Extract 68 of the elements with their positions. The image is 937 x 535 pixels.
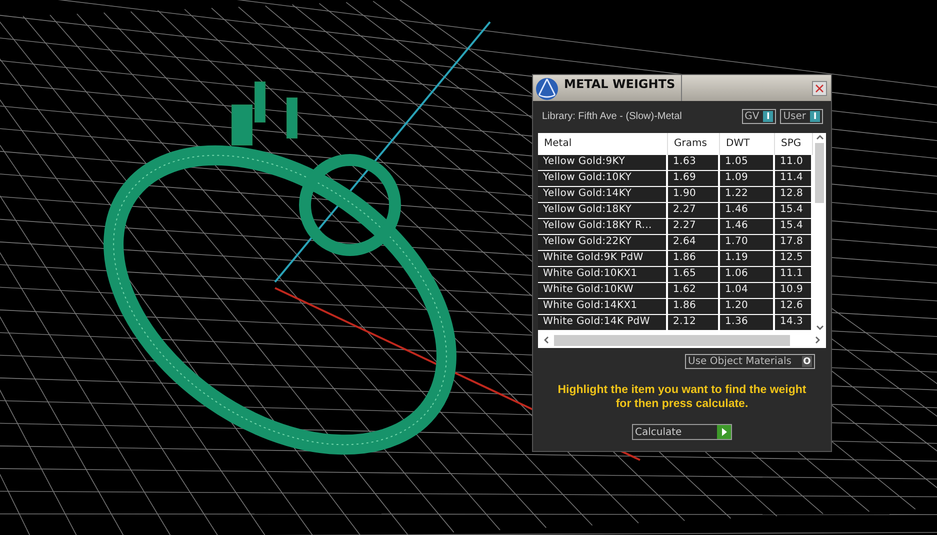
table-cell: White Gold:10KW [538,283,668,299]
table-cell: 1.22 [720,187,775,203]
table-cell: 1.36 [720,315,775,331]
table-cell: White Gold:9K PdW [538,251,668,267]
vertical-scrollbar[interactable] [813,133,826,332]
scroll-left-icon[interactable] [542,336,550,344]
toggle-label: Use Object Materials [688,356,792,367]
calculate-button[interactable]: Calculate [632,424,732,440]
table-cell: 1.65 [668,267,720,283]
toggle-knob: O [802,356,812,367]
table-cell: Yellow Gold:10KY [538,171,668,187]
table-cell: 14.3 [775,315,813,331]
table-cell: 2.27 [668,203,720,219]
table-cell: 17.8 [775,235,813,251]
instruction-text: Highlight the item you want to find the weight for then press calculate. [556,383,808,411]
scrollbar-thumb[interactable] [554,334,790,346]
toggle-switch[interactable]: GV I [742,109,776,124]
close-button[interactable] [812,80,827,96]
table-cell: 2.27 [668,219,720,235]
table-cell: 11.1 [775,267,813,283]
table-cell: 12.6 [775,299,813,315]
table-cell: 1.19 [720,251,775,267]
table-cell: 12.8 [775,187,813,203]
scroll-down-icon[interactable] [816,324,824,332]
table-cell: 1.69 [668,171,720,187]
toggle-switch[interactable]: User I [780,109,823,124]
close-icon [815,84,824,92]
table-cell: White Gold:14K PdW [538,315,668,331]
table-cell: 2.12 [668,315,720,331]
toggle-knob: I [810,111,820,122]
table-cell: 1.46 [720,219,775,235]
table-cell: 1.20 [720,299,775,315]
table-cell: 1.06 [720,267,775,283]
table-cell: 1.90 [668,187,720,203]
table-cell: Yellow Gold:22KY [538,235,668,251]
cone-logo-icon [534,75,560,101]
table-cell: Yellow Gold:18KY R... [538,219,668,235]
table-cell: 1.09 [720,171,775,187]
table-cell: 11.0 [775,155,813,171]
table-cell: 1.05 [720,155,775,171]
table-cell: 15.4 [775,203,813,219]
library-label: Library: Fifth Ave - (Slow)-Metal [542,111,683,122]
table-cell: 12.5 [775,251,813,267]
toggle-label: GV [744,111,760,122]
table-cell: White Gold:10KX1 [538,267,668,283]
table-cell: 10.9 [775,283,813,299]
scroll-right-icon[interactable] [814,336,822,344]
table-cell: 11.4 [775,171,813,187]
scrollbar-thumb[interactable] [815,143,824,203]
table-cell: 1.62 [668,283,720,299]
table-cell: 1.46 [720,203,775,219]
table-cell: 1.86 [668,251,720,267]
table-cell: 15.4 [775,219,813,235]
table-cell: 1.04 [720,283,775,299]
window-title: METAL WEIGHTS [564,75,682,101]
table-cell: Yellow Gold:14KY [538,187,668,203]
table-cell: 1.86 [668,299,720,315]
table-cell: Yellow Gold:9KY [538,155,668,171]
toggle-knob: I [763,111,774,122]
table-cell: 1.63 [668,155,720,171]
toggle-switch[interactable]: Use Object Materials O [685,354,815,369]
scroll-up-icon[interactable] [816,133,824,141]
table-cell: 2.64 [668,235,720,251]
toggle-label: User [783,111,806,122]
table-cell: Yellow Gold:18KY [538,203,668,219]
play-icon [717,425,731,439]
table-cell: 1.70 [720,235,775,251]
table-cell: White Gold:14KX1 [538,299,668,315]
